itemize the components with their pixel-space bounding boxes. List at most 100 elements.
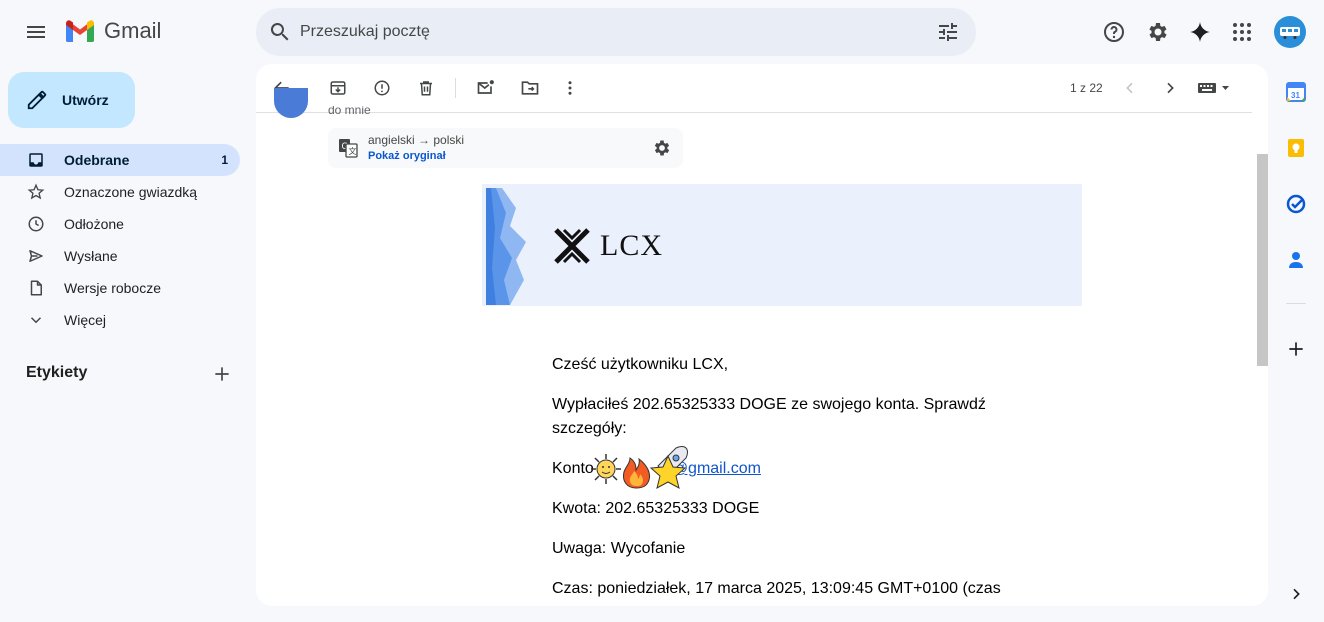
gmail-m-icon (66, 20, 94, 42)
compose-label: Utwórz (62, 92, 109, 108)
pencil-icon (27, 90, 47, 110)
sidebar-item-snoozed[interactable]: Odłożone (0, 208, 240, 240)
tasks-icon (1286, 194, 1306, 214)
clock-icon (26, 214, 46, 234)
move-to-button[interactable] (514, 72, 546, 104)
calendar-icon: 31 (1286, 82, 1306, 102)
keyboard-icon (1198, 83, 1229, 93)
help-icon (1104, 22, 1124, 42)
mail-unread-icon (477, 80, 494, 94)
search-options-icon[interactable] (936, 20, 960, 44)
unread-count: 1 (221, 153, 228, 167)
withdrawal-text: Wypłaciłeś 202.65325333 DOGE ze swojego … (552, 396, 986, 437)
sidebar-item-sent[interactable]: Wysłane (0, 240, 240, 272)
sidebar-item-starred[interactable]: Oznaczone gwiazdką (0, 176, 240, 208)
create-label-button[interactable] (206, 358, 238, 390)
hamburger-menu-icon (27, 26, 45, 38)
side-app-keep[interactable] (1276, 128, 1316, 168)
main-menu-button[interactable] (16, 12, 56, 52)
plus-icon (1289, 342, 1303, 356)
mark-unread-button[interactable] (470, 72, 502, 104)
sidebar-item-label: Oznaczone gwiazdką (64, 184, 198, 200)
greeting-text: Cześć użytkowniku LCX, (552, 356, 729, 373)
top-bar: Gmail (0, 0, 1324, 64)
translation-bar: G文 angielski → polski Pokaż oryginał (328, 128, 683, 168)
message-view: 1 z 22 do mnie G文 angielski → polski Pok… (256, 64, 1268, 606)
recipient-summary[interactable]: do mnie (328, 106, 371, 114)
sun-emoji-icon (591, 454, 621, 484)
get-addons-button[interactable] (1276, 329, 1316, 369)
sidebar-item-label: Wysłane (64, 248, 118, 264)
draft-icon (26, 278, 46, 298)
side-app-calendar[interactable]: 31 (1276, 72, 1316, 112)
side-app-tasks[interactable] (1276, 184, 1316, 224)
archive-icon (330, 81, 346, 95)
train-icon (1280, 27, 1300, 39)
svg-text:31: 31 (1291, 91, 1300, 100)
gemini-button[interactable] (1180, 12, 1220, 52)
banner-wave-decoration (486, 188, 526, 305)
message-toolbar: 1 z 22 (256, 64, 1268, 112)
support-button[interactable] (1094, 12, 1134, 52)
toolbar-divider (455, 78, 456, 98)
search-bar[interactable] (256, 8, 976, 56)
chevron-down-icon (26, 310, 46, 330)
app-name: Gmail (104, 18, 162, 43)
lcx-logo-icon (554, 228, 590, 264)
more-options-button[interactable] (554, 72, 586, 104)
toolbar-divider-line (256, 112, 1252, 113)
archive-button[interactable] (322, 72, 354, 104)
sidebar-item-label: Więcej (64, 312, 107, 328)
folder-move-icon (521, 81, 539, 95)
apps-grid-icon (1233, 23, 1251, 41)
side-panel-divider (1286, 303, 1306, 304)
sparkle-icon (1190, 22, 1210, 42)
svg-text:文: 文 (349, 146, 357, 156)
translate-icon: G文 (339, 139, 358, 158)
side-app-contacts[interactable] (1276, 240, 1316, 280)
chevron-right-icon (1167, 82, 1174, 94)
newer-button[interactable] (1114, 72, 1146, 104)
chevron-right-icon (1293, 588, 1300, 600)
sidebar-item-more[interactable]: Więcej (0, 304, 240, 336)
trash-icon (420, 81, 432, 96)
sidebar-item-drafts[interactable]: Wersje robocze (0, 272, 240, 304)
input-tools-button[interactable] (1194, 72, 1234, 104)
search-input[interactable] (300, 20, 900, 44)
time-text: Czas: poniedziałek, 17 marca 2025, 13:09… (552, 580, 1001, 597)
scrollbar-thumb[interactable] (1257, 154, 1268, 366)
compose-button[interactable]: Utwórz (8, 72, 135, 128)
emoji-stickers (591, 446, 688, 489)
report-icon (374, 80, 390, 96)
sidebar-item-label: Odebrane (64, 152, 130, 168)
gmail-logo[interactable]: Gmail (64, 18, 161, 44)
note-text: Uwaga: Wycofanie (552, 540, 686, 557)
google-apps-button[interactable] (1222, 12, 1262, 52)
keep-icon (1288, 139, 1304, 157)
star-icon (26, 182, 46, 202)
older-button[interactable] (1154, 72, 1186, 104)
report-spam-button[interactable] (366, 72, 398, 104)
pagination-text: 1 z 22 (1070, 81, 1103, 95)
fire-emoji-icon (623, 457, 650, 489)
amount-text: Kwota: 202.65325333 DOGE (552, 500, 760, 517)
send-icon (26, 246, 46, 266)
sidebar-item-inbox[interactable]: Odebrane 1 (0, 144, 240, 176)
inbox-icon (26, 150, 46, 170)
translation-settings-icon[interactable] (652, 138, 672, 158)
labels-heading: Etykiety (26, 364, 88, 381)
chevron-left-icon (1126, 82, 1133, 94)
sidebar-item-label: Odłożone (64, 216, 124, 232)
settings-button[interactable] (1138, 12, 1178, 52)
gear-icon (1149, 23, 1167, 41)
lcx-logo[interactable]: LCX (552, 226, 663, 266)
translation-languages: angielski → polski (368, 133, 465, 147)
contacts-icon (1289, 252, 1303, 268)
sender-avatar[interactable] (274, 88, 308, 118)
delete-button[interactable] (410, 72, 442, 104)
search-icon[interactable] (268, 20, 292, 44)
show-original-link[interactable]: Pokaż oryginał (368, 150, 446, 162)
show-side-panel-button[interactable] (1276, 574, 1316, 614)
account-avatar[interactable] (1274, 16, 1306, 48)
plus-icon (215, 367, 229, 381)
